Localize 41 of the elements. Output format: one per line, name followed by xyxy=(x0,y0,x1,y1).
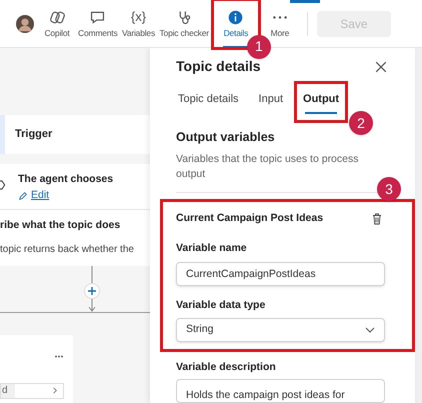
card-title: Trigger xyxy=(15,127,52,142)
text-area[interactable]: Holds the campaign post ideas for xyxy=(176,379,385,403)
more-icon xyxy=(272,16,287,18)
top-accent xyxy=(290,0,320,3)
input-field[interactable]: d xyxy=(0,382,64,399)
step-badge: 1 xyxy=(246,34,271,58)
tab[interactable]: Input xyxy=(258,91,284,114)
step-badge: 2 xyxy=(349,111,374,135)
description-text: topic returns back whether the xyxy=(0,243,135,258)
description-title: ribe what the topic does xyxy=(0,218,122,234)
add-node-icon xyxy=(84,283,100,300)
node-title: The agent chooses xyxy=(18,172,114,187)
chevron-down-icon xyxy=(365,327,375,334)
info-icon xyxy=(227,8,244,26)
more-icon xyxy=(54,354,64,358)
text-field[interactable]: CurrentCampaignPostIdeas xyxy=(176,262,385,286)
delete-button[interactable] xyxy=(372,212,384,225)
avatar xyxy=(16,14,34,32)
toolbar-button[interactable]: {x} Variables xyxy=(120,4,158,44)
pencil-icon xyxy=(18,190,28,201)
close-icon xyxy=(375,60,387,72)
field-label: Variable description xyxy=(176,360,277,376)
panel-title: Topic details xyxy=(176,57,261,76)
trash-icon xyxy=(372,212,382,225)
section-description: Variables that the topic uses to process output xyxy=(176,152,360,182)
dropdown[interactable]: String xyxy=(176,318,385,342)
step-badge: 3 xyxy=(377,177,401,201)
edit-link[interactable]: Edit xyxy=(18,188,114,204)
chevron-right-icon xyxy=(53,387,57,394)
toolbar-button[interactable]: Comments xyxy=(76,4,120,44)
close-button[interactable] xyxy=(375,60,389,74)
toolbar-button[interactable]: Topic checker xyxy=(158,4,211,44)
tab[interactable]: Output xyxy=(303,91,340,114)
tab[interactable]: Topic details xyxy=(178,91,239,114)
field-label: Variable data type xyxy=(176,298,266,312)
overlap-shapes-icon xyxy=(48,8,66,26)
variable-title: Current Campaign Post Ideas xyxy=(176,211,324,226)
highlight-frame xyxy=(294,81,348,122)
toolbar-button[interactable]: Copilot xyxy=(38,4,76,44)
field-label: Variable name xyxy=(176,240,248,256)
section-title: Output variables xyxy=(176,128,276,146)
